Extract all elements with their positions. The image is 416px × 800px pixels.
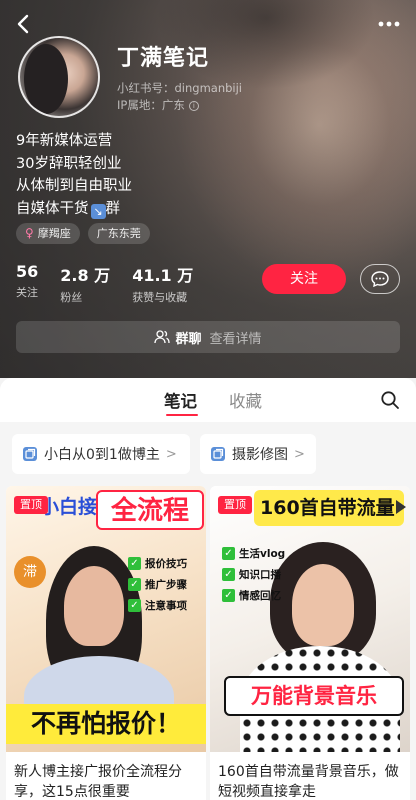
check-icon: ✓ [128,599,141,612]
avatar[interactable] [18,36,100,118]
pinned-badge: 置顶 [218,496,252,514]
bio-line: 从体制到自由职业 [16,178,132,194]
info-icon[interactable]: i [188,100,199,111]
thumbnail-checklist: ✓ 报价技巧 ✓ 推广步骤 ✓ 注意事项 [128,556,187,613]
chevron-right-icon: > [294,446,305,462]
tab-notes[interactable]: 笔记 [164,388,197,412]
ip-location: IP属地：广东 i [117,97,199,113]
tab-bar: 笔记 收藏 [0,378,416,422]
xhs-id: 小红书号：dingmanbiji [117,81,243,95]
tag-label: 广东东莞 [96,227,141,240]
tag-zodiac: ♀ 摩羯座 [16,223,80,244]
check-icon: ✓ [222,589,235,602]
ip-location-text: IP属地：广东 [117,98,185,112]
bio: 9年新媒体运营 30岁辞职轻创业 从体制到自由职业 自媒体干货 ↘ 群 [16,130,132,220]
stat-label: 关注 [16,286,38,299]
bio-line: 30岁辞职轻创业 [16,155,122,172]
profile-header: 丁满笔记 小红书号：dingmanbiji IP属地：广东 i 9年新媒体运营 3… [0,0,416,378]
note-card[interactable]: 滞 小白接广 全流程 ✓ 报价技巧 ✓ 推广步骤 ✓ 注意事项 不再怕报价！ 置顶 新… [6,486,206,800]
note-card[interactable]: 160首自带流量 ✓ 生活vlog ✓ 知识口播 ✓ 情感回忆 万能背景音乐 置顶 1… [210,486,410,800]
note-caption: 新人博主接广报价全流程分享，这15点很重要 [14,764,182,800]
collection-chips: 小白从0到1做博主 > 摄影修图 > [0,434,416,474]
group-detail: 查看详情 [209,331,262,347]
thumbnail-banner: 万能背景音乐 [224,676,404,716]
play-icon [396,500,406,514]
collection-label: 小白从0到1做博主 [44,447,160,463]
stat-label: 粉丝 [60,291,83,304]
group-chat-bar[interactable]: 群聊 查看详情 [16,321,400,353]
message-button[interactable] [360,264,400,294]
chat-bubble-icon [371,271,389,288]
note-thumbnail: 滞 小白接广 全流程 ✓ 报价技巧 ✓ 推广步骤 ✓ 注意事项 不再怕报价！ 置顶 [6,486,206,752]
arrow-down-right-icon: ↘ [90,203,106,219]
collection-chip[interactable]: 小白从0到1做博主 > [12,434,190,474]
more-icon[interactable] [376,12,402,36]
collection-label: 摄影修图 [232,447,288,463]
stat-likes[interactable]: 41.1 万 获赞与收藏 [132,262,193,305]
tab-collect[interactable]: 收藏 [229,388,262,412]
nickname: 丁满笔记 [117,46,210,71]
stat-value: 56 [16,262,39,281]
group-label: 群聊 [175,331,202,347]
search-icon[interactable] [380,390,400,410]
check-icon: ✓ [128,557,141,570]
bio-line: 9年新媒体运营 [16,133,113,149]
check-icon: ✓ [222,547,235,560]
stat-following[interactable]: 56 关注 [16,262,38,305]
album-icon [23,447,37,461]
content-panel: 笔记 收藏 小白从0到1做博主 > 摄影修图 > 滞 小白接广 全流程 ✓ 报价… [0,378,416,800]
stat-value: 2.8 万 [60,266,111,285]
chevron-right-icon: > [165,446,177,462]
thumbnail-title: 全流程 [96,490,204,530]
check-icon: ✓ [222,568,235,581]
stat-followers[interactable]: 2.8 万 粉丝 [60,262,110,305]
lucky-bag-icon: 滞 [14,556,46,588]
female-icon: ♀ [25,226,34,240]
tag-location: 广东东莞 [87,223,150,244]
tag-label: 摩羯座 [37,227,71,240]
group-icon [154,330,171,344]
collection-chip[interactable]: 摄影修图 > [200,434,316,474]
stat-value: 41.1 万 [132,266,194,285]
stat-label: 获赞与收藏 [132,291,188,304]
pinned-badge: 置顶 [14,496,48,514]
thumbnail-checklist: ✓ 生活vlog ✓ 知识口播 ✓ 情感回忆 [222,546,285,603]
thumbnail-banner: 不再怕报价！ [6,704,206,744]
bio-line: 自媒体干货 ↘ 群 [16,200,120,219]
active-tab-indicator [166,414,198,416]
follow-button[interactable]: 关注 [262,264,346,294]
album-icon [211,447,225,461]
profile-tags: ♀ 摩羯座 广东东莞 [16,223,150,244]
back-icon[interactable] [12,12,36,36]
note-caption: 160首自带流量背景音乐，做短视频直接拿走 [218,764,399,800]
thumbnail-title: 160首自带流量 [254,490,404,526]
profile-stats: 56 关注 2.8 万 粉丝 41.1 万 获赞与收藏 [16,262,193,305]
note-thumbnail: 160首自带流量 ✓ 生活vlog ✓ 知识口播 ✓ 情感回忆 万能背景音乐 置顶 [210,486,410,752]
check-icon: ✓ [128,578,141,591]
